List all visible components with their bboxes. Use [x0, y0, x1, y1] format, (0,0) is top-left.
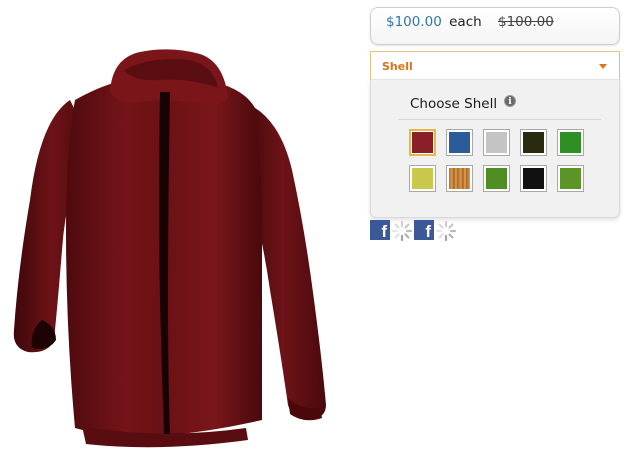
price-value: $100.00	[386, 14, 442, 30]
color-swatch-green[interactable]	[557, 129, 584, 156]
swatch-color-chip	[449, 132, 470, 153]
loading-spinner-icon	[391, 220, 413, 242]
swatch-color-chip	[486, 168, 507, 189]
shell-dropdown-label: Shell	[382, 60, 413, 73]
color-swatch-light-gray[interactable]	[483, 129, 510, 156]
panel-title: Choose Shell	[410, 96, 498, 112]
color-swatch-dark-red[interactable]	[409, 129, 436, 156]
swatch-color-chip	[523, 168, 544, 189]
swatch-color-chip	[449, 168, 470, 189]
original-price: $100.00	[497, 14, 554, 30]
facebook-icon[interactable]: f	[370, 220, 390, 240]
jacket-illustration	[13, 49, 326, 448]
shell-option-dropdown[interactable]: Shell	[370, 51, 620, 80]
color-swatch-grass-green[interactable]	[483, 165, 510, 192]
color-swatch-dark-olive[interactable]	[520, 129, 547, 156]
color-swatch-yellow-green[interactable]	[409, 165, 436, 192]
color-swatch-olive-green[interactable]	[557, 165, 584, 192]
color-swatch-wood[interactable]	[446, 165, 473, 192]
info-icon[interactable]: i	[504, 95, 516, 107]
swatch-color-chip	[412, 132, 433, 153]
color-swatch-blue[interactable]	[446, 129, 473, 156]
swatch-color-chip	[486, 132, 507, 153]
product-page: $100.00 each $100.00 Shell Choose Shell …	[0, 0, 629, 462]
swatch-color-chip	[412, 168, 433, 189]
color-swatch-black[interactable]	[520, 165, 547, 192]
shell-options-panel: Choose Shell i	[370, 80, 620, 218]
panel-divider	[398, 119, 601, 120]
facebook-icon[interactable]: f	[414, 220, 434, 240]
swatch-color-chip	[560, 132, 581, 153]
product-image	[0, 0, 370, 462]
swatch-color-chip	[523, 132, 544, 153]
price-box: $100.00 each $100.00	[370, 7, 620, 45]
chevron-down-icon[interactable]	[599, 64, 607, 69]
swatch-grid	[409, 129, 599, 199]
price-unit: each	[449, 14, 482, 30]
swatch-color-chip	[560, 168, 581, 189]
loading-spinner-icon	[435, 220, 457, 242]
